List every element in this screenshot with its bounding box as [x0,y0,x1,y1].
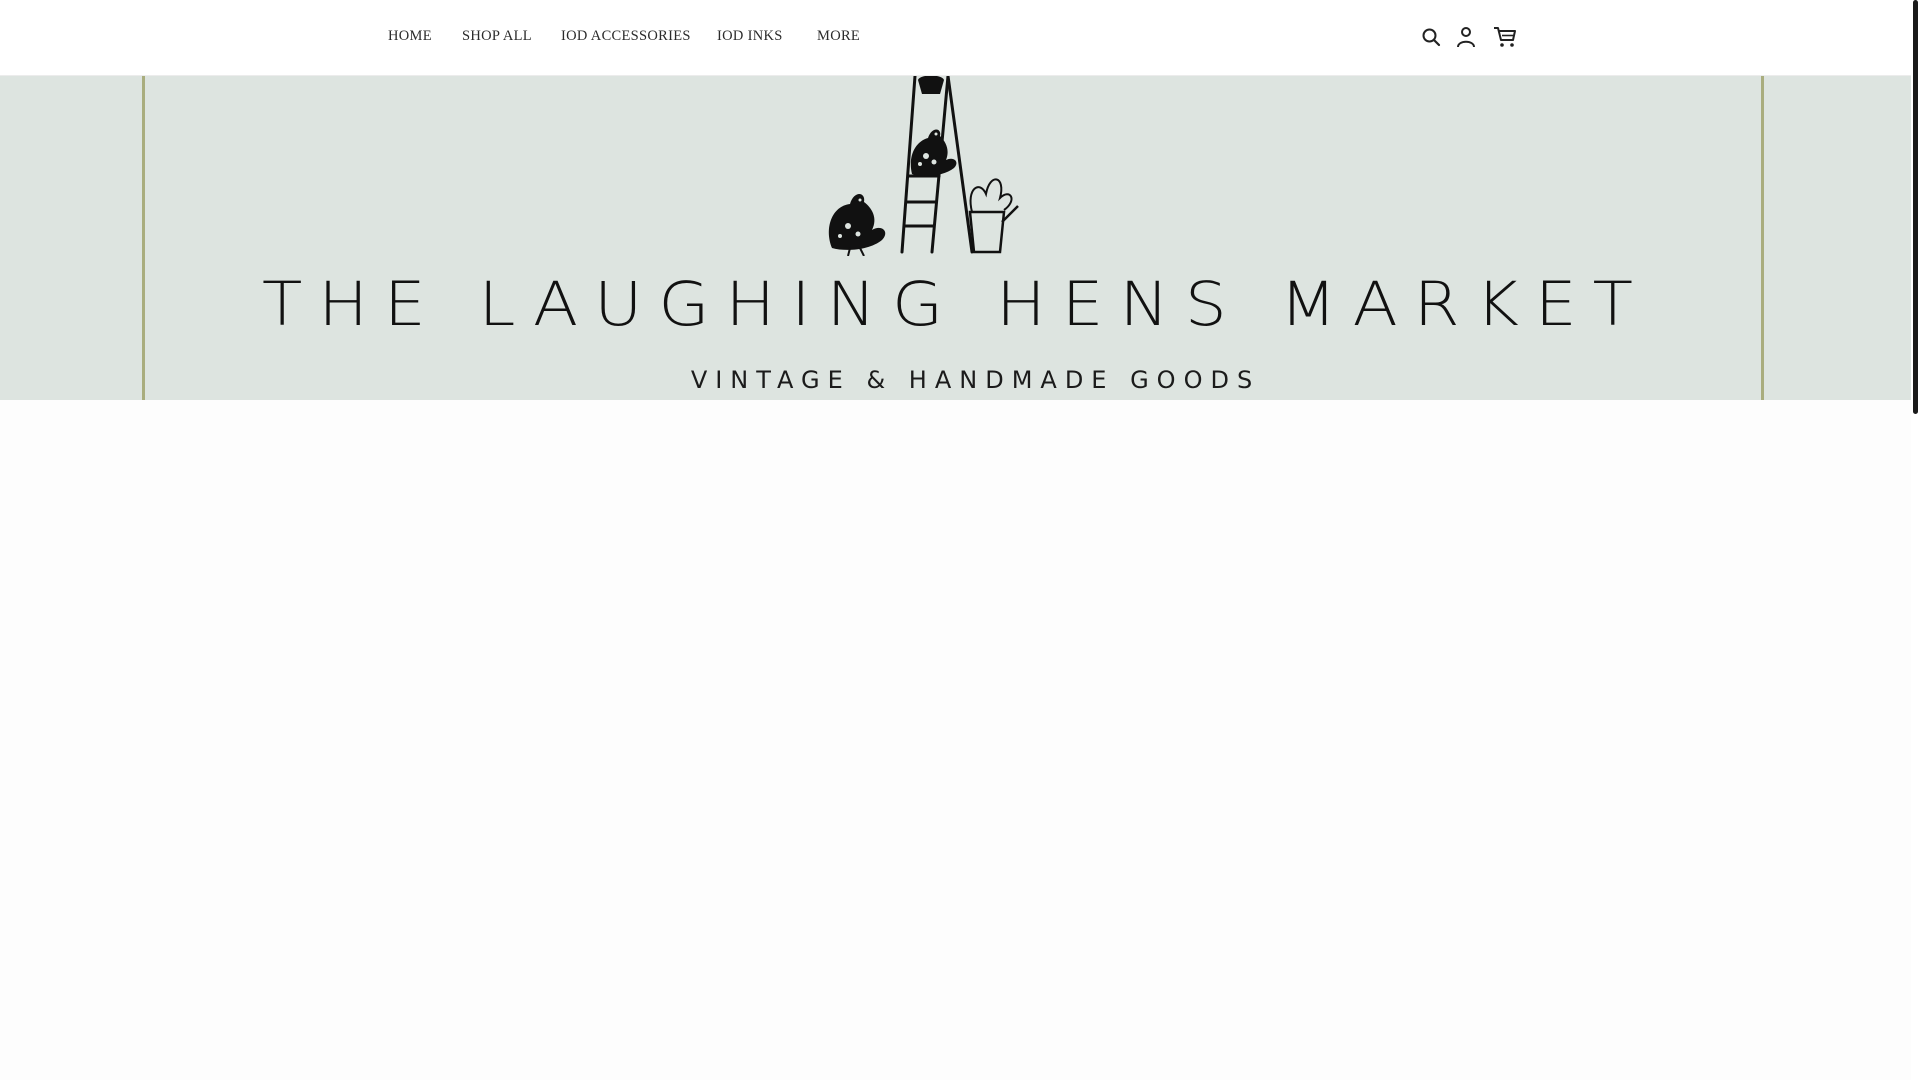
store-title: THE LAUGHING HENS MARKET [262,269,1649,340]
page-scrollbar[interactable] [1911,0,1920,1080]
search-icon[interactable] [1418,24,1444,50]
scrollbar-thumb[interactable] [1913,0,1918,414]
site-header: HOME SHOP ALL IOD ACCESSORIES IOD INKS M… [0,0,1911,76]
nav-more[interactable]: MORE [817,28,860,44]
frame-line-right [1761,76,1764,400]
frame-line-left [142,76,145,400]
hens-ladder-illustration [828,76,1019,256]
cart-icon[interactable] [1492,24,1518,50]
nav-shop-all[interactable]: SHOP ALL [462,28,532,44]
hero-banner: THE LAUGHING HENS MARKET VINTAGE & HANDM… [0,76,1911,400]
account-icon[interactable] [1453,24,1479,50]
nav-home[interactable]: HOME [388,28,432,44]
store-subtitle: VINTAGE & HANDMADE GOODS [690,366,1261,394]
nav-iod-inks[interactable]: IOD INKS [717,28,783,44]
nav-iod-accessories[interactable]: IOD ACCESSORIES [561,28,691,44]
